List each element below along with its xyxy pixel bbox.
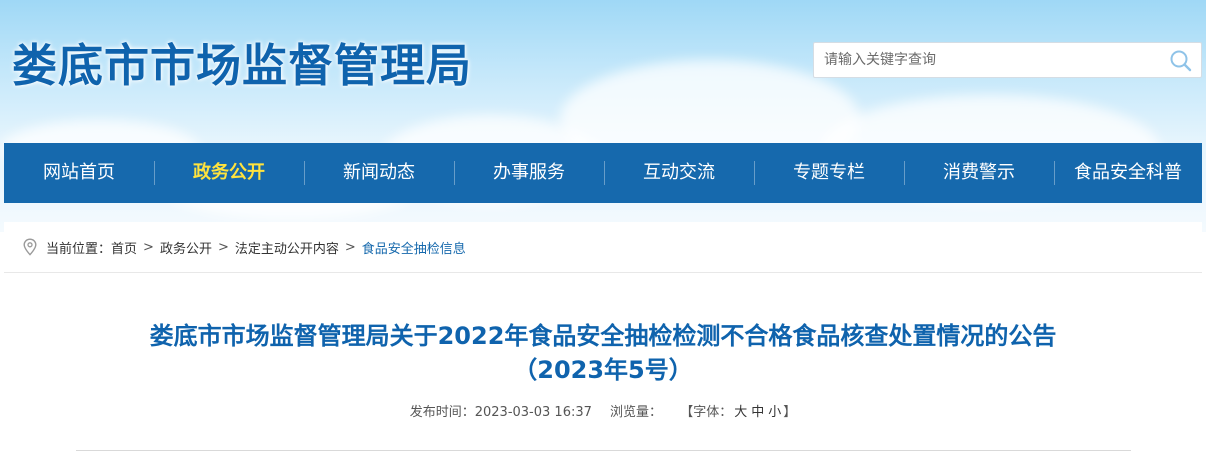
breadcrumb-home-link[interactable]: 首页 [111,238,137,257]
nav-item-home[interactable]: 网站首页 [4,143,154,203]
search-input[interactable] [814,43,1154,77]
breadcrumb-separator: > [143,239,154,255]
location-pin-icon [23,238,37,256]
search-button[interactable] [1169,49,1193,73]
breadcrumb: 当前位置： 首页 > 政务公开 > 法定主动公开内容 > 食品安全抽检信息 [4,222,1202,273]
divider [76,450,1131,451]
publish-time-value: 2023-03-03 16:37 [474,405,592,420]
content-panel: 当前位置： 首页 > 政务公开 > 法定主动公开内容 > 食品安全抽检信息 娄底… [4,222,1202,465]
search-icon [1170,50,1192,72]
breadcrumb-separator: > [217,239,229,255]
nav-item-interaction[interactable]: 互动交流 [604,143,754,203]
nav-item-news[interactable]: 新闻动态 [304,143,454,203]
search-box [813,42,1202,78]
breadcrumb-government-affairs-link[interactable]: 政务公开 [160,238,212,257]
article-title: 娄底市市场监督管理局关于2022年食品安全抽检检测不合格食品核查处置情况的公告 … [4,319,1202,387]
breadcrumb-public-content-link[interactable]: 法定主动公开内容 [235,238,339,257]
breadcrumb-current-link[interactable]: 食品安全抽检信息 [362,238,466,257]
view-count: 浏览量： [610,405,663,420]
font-size-small-button[interactable]: 小 [768,405,781,420]
breadcrumb-prefix: 当前位置： [46,241,112,257]
font-size-medium-button[interactable]: 中 [751,405,764,420]
publish-time: 发布时间：2023-03-03 16:37 [410,405,592,420]
nav-item-food-safety[interactable]: 食品安全科普 [1054,143,1202,203]
article-title-line1: 娄底市市场监督管理局关于2022年食品安全抽检检测不合格食品核查处置情况的公告 [149,322,1057,350]
article-meta: 发布时间：2023-03-03 16:37 浏览量： 【字体：大中小】 [4,401,1202,420]
font-size-open: 【字体： [680,405,733,420]
article-title-line2: （2023年5号） [513,356,693,384]
nav-item-consumer-alerts[interactable]: 消费警示 [904,143,1054,203]
breadcrumb-separator: > [344,239,356,255]
nav-item-government-affairs[interactable]: 政务公开 [154,143,304,203]
font-size-close: 】 [783,405,797,420]
nav-item-special-topics[interactable]: 专题专栏 [754,143,904,203]
nav-item-services[interactable]: 办事服务 [454,143,604,203]
font-size-large-button[interactable]: 大 [734,405,747,420]
publish-time-label: 发布时间： [409,405,475,420]
site-title: 娄底市市场监督管理局 [12,39,473,92]
font-size-controls: 【字体：大中小】 [680,405,796,420]
main-nav: 网站首页 政务公开 新闻动态 办事服务 互动交流 专题专栏 消费警示 食品安全科… [4,143,1202,203]
